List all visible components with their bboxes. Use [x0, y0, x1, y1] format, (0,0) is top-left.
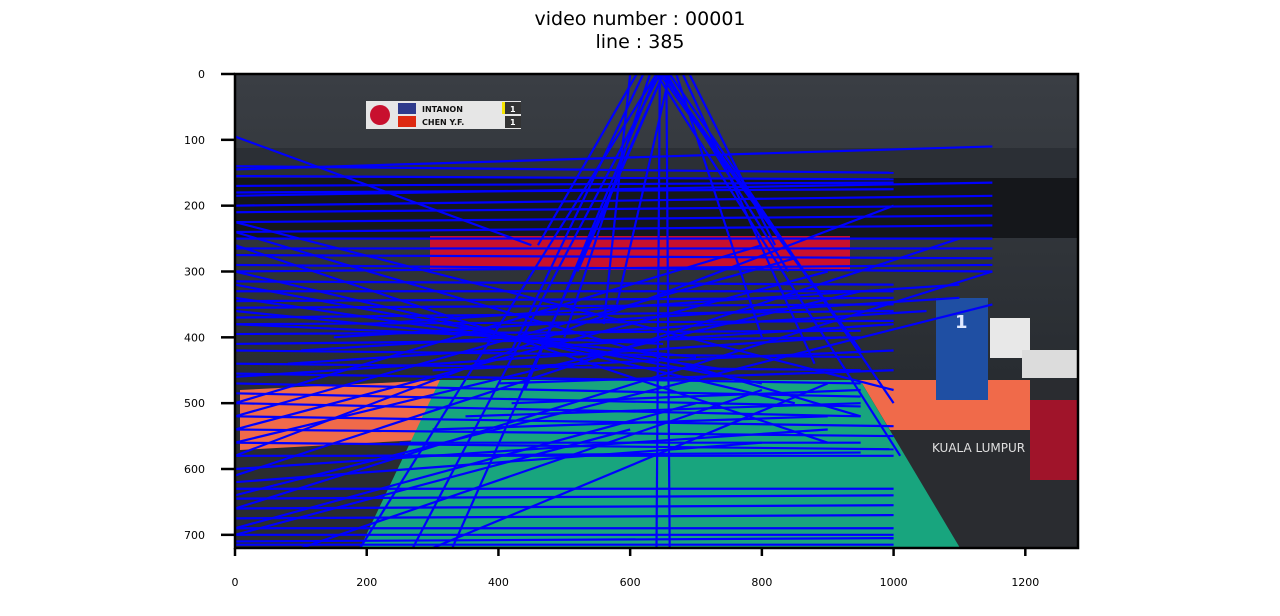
y-tick-label: 500 — [184, 397, 205, 410]
x-tick-label: 400 — [488, 576, 509, 589]
x-axis: 0 200 400 600 800 1000 1200 — [232, 548, 1039, 589]
x-tick-label: 800 — [751, 576, 772, 589]
x-tick-label: 1200 — [1011, 576, 1039, 589]
scoreboard-score1: 1 — [510, 105, 516, 114]
x-tick-label: 1000 — [880, 576, 908, 589]
y-tick-label: 400 — [184, 331, 205, 344]
scoreboard-player2: CHEN Y.F. — [422, 118, 464, 127]
scoreboard-player1: INTANON — [422, 105, 463, 114]
y-axis: 0 100 200 300 400 500 600 700 — [184, 68, 235, 542]
y-tick-label: 700 — [184, 529, 205, 542]
x-tick-label: 200 — [356, 576, 377, 589]
y-tick-label: 200 — [184, 200, 205, 213]
court-text-kuala-lumpur: KUALA LUMPUR — [932, 441, 1025, 455]
y-tick-label: 600 — [184, 463, 205, 476]
scoreboard-score2: 1 — [510, 118, 516, 127]
y-tick-label: 0 — [198, 68, 205, 81]
x-tick-label: 0 — [232, 576, 239, 589]
y-tick-label: 300 — [184, 266, 205, 279]
umpire-stand-number: 1 — [955, 312, 968, 333]
x-tick-label: 600 — [620, 576, 641, 589]
chart-plot-area: INTANON CHEN Y.F. 1 1 KUALA LUMPUR 1 0 20… — [184, 68, 1080, 589]
y-tick-label: 100 — [184, 134, 205, 147]
